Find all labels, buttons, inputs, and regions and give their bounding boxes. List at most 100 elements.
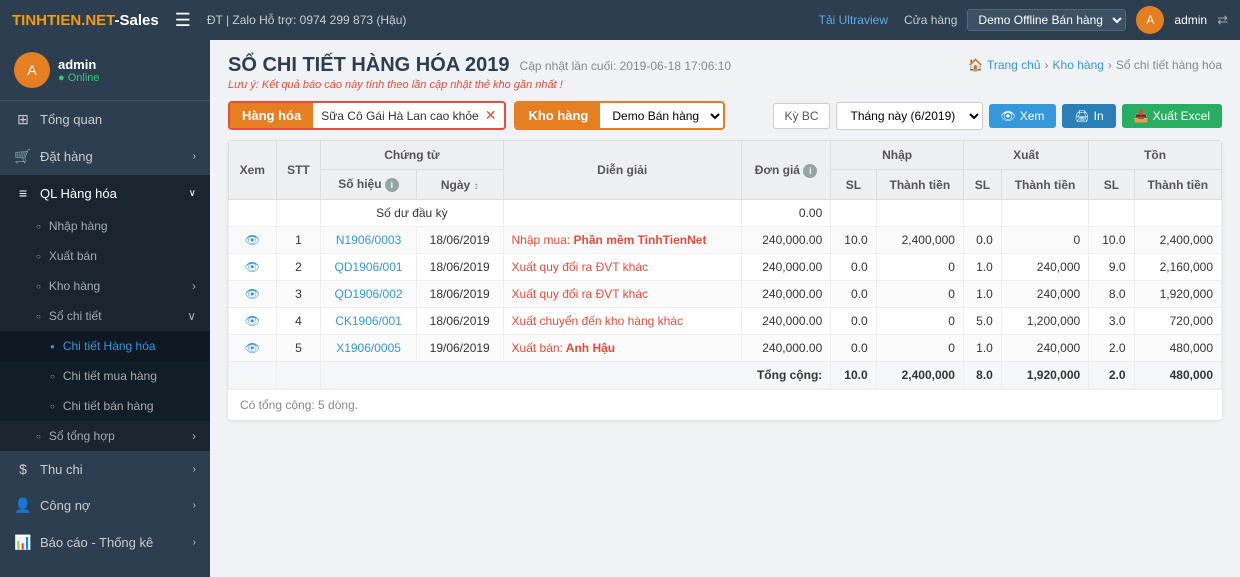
eye-icon[interactable]: 👁: [245, 260, 260, 274]
row-don-gia: 240,000.00: [741, 308, 830, 335]
row-so-hieu[interactable]: QD1906/001: [321, 254, 417, 281]
menu-icon[interactable]: ☰: [175, 10, 191, 31]
main-content: SỔ CHI TIẾT HÀNG HÓA 2019 Cập nhật lần c…: [210, 40, 1240, 577]
col-header-ton: Tồn: [1089, 141, 1222, 170]
col-header-chung-tu: Chứng từ: [321, 141, 503, 170]
store-select[interactable]: Demo Offline Bán hàng: [967, 9, 1126, 31]
row-ton-tt: 480,000: [1134, 335, 1221, 362]
sidebar-item-thu-chi[interactable]: $ Thu chi ›: [0, 451, 210, 487]
sidebar-item-tong-quan[interactable]: ⊞ Tổng quan: [0, 101, 210, 138]
sidebar-item-bao-cao[interactable]: 📊 Báo cáo - Thống kê ›: [0, 524, 210, 561]
row-nhap-sl: 0.0: [831, 281, 876, 308]
sidebar-label-chi-tiet-hang-hoa: Chi tiết Hàng hóa: [63, 339, 156, 353]
user-icon: 👤: [14, 497, 32, 514]
tong-nhap-tt: 2,400,000: [876, 362, 963, 389]
topbar: TINHTIEN.NET-Sales ☰ ĐT | Zalo Hỗ trợ: 0…: [0, 0, 1240, 40]
row-so-hieu[interactable]: X1906/0005: [321, 335, 417, 362]
table-row: 👁 3 QD1906/002 18/06/2019 Xuất quy đổi r…: [229, 281, 1222, 308]
breadcrumb-sep2: ›: [1108, 58, 1112, 72]
sort-icon[interactable]: ↕: [474, 181, 479, 192]
sidebar-item-chi-tiet-ban-hang[interactable]: ○ Chi tiết bán hàng: [0, 391, 210, 421]
sidebar-item-nhap-hang[interactable]: ○ Nhập hàng: [0, 211, 210, 241]
filter-tab-kho[interactable]: Kho hàng: [516, 103, 600, 128]
row-dien-giai: Xuất bán: Anh Hậu: [503, 335, 741, 362]
filter-tab-hanghoa[interactable]: Hàng hóa: [230, 103, 313, 128]
row-eye[interactable]: 👁: [229, 308, 277, 335]
dot-icon: ○: [50, 372, 55, 381]
row-eye[interactable]: 👁: [229, 335, 277, 362]
row-eye[interactable]: 👁: [229, 281, 277, 308]
eye-icon[interactable]: 👁: [245, 287, 260, 301]
col-header-dien-giai: Diễn giải: [503, 141, 741, 200]
row-ton-sl: 8.0: [1089, 281, 1134, 308]
filter-bar: Hàng hóa Sữa Cô Gái Hà Lan cao khỏe ✕ Kh…: [228, 101, 1222, 130]
chevron-down-icon: ∨: [187, 309, 196, 323]
period-select[interactable]: Tháng này (6/2019): [836, 102, 983, 130]
sidebar-item-so-chi-tiet[interactable]: ○ Sổ chi tiết ∨: [0, 301, 210, 331]
share-icon[interactable]: ⇄: [1217, 12, 1228, 28]
row-dien-giai: Xuất quy đổi ra ĐVT khác: [503, 254, 741, 281]
row-so-hieu[interactable]: QD1906/002: [321, 281, 417, 308]
table-footer: Có tổng cộng: 5 dòng.: [228, 389, 1222, 420]
col-header-so-hieu: Số hiệu i: [321, 170, 417, 200]
sidebar-item-dat-hang[interactable]: 🛒 Đặt hàng ›: [0, 138, 210, 175]
row-ton-tt: 1,920,000: [1134, 281, 1221, 308]
breadcrumb-link-home[interactable]: Trang chủ: [987, 58, 1041, 72]
row-xuat-sl: 5.0: [963, 308, 1001, 335]
sidebar-item-kho-hang[interactable]: ○ Kho hàng ›: [0, 271, 210, 301]
filter-hanghoa-group: Hàng hóa Sữa Cô Gái Hà Lan cao khỏe ✕: [228, 101, 506, 130]
topbar-right: Cửa hàng Demo Offline Bán hàng A admin ⇄: [904, 6, 1228, 34]
page-header: SỔ CHI TIẾT HÀNG HÓA 2019 Cập nhật lần c…: [228, 54, 1222, 91]
row-eye[interactable]: 👁: [229, 227, 277, 254]
row-ngay: 18/06/2019: [416, 227, 503, 254]
row-xuat-tt: 240,000: [1001, 281, 1088, 308]
row-ton-tt: 2,400,000: [1134, 227, 1221, 254]
sidebar-sub-ql: ○ Nhập hàng ○ Xuất bán ○ Kho hàng › ○ Sổ…: [0, 211, 210, 451]
table-header-row1: Xem STT Chứng từ Diễn giải Đơn giá i Nhậ…: [229, 141, 1222, 170]
eye-icon[interactable]: 👁: [245, 341, 260, 355]
col-header-stt: STT: [276, 141, 321, 200]
ultraview-link[interactable]: Tải Ultraview: [819, 13, 888, 27]
in-button[interactable]: 🖨 In: [1062, 104, 1115, 128]
sidebar-item-xuat-ban[interactable]: ○ Xuất bán: [0, 241, 210, 271]
chevron-right-icon: ›: [193, 151, 196, 162]
sidebar-item-cong-no[interactable]: 👤 Công nợ ›: [0, 487, 210, 524]
sidebar-label-bao-cao: Báo cáo - Thống kê: [40, 535, 153, 550]
row-eye[interactable]: 👁: [229, 254, 277, 281]
breadcrumb-current: Sổ chi tiết hàng hóa: [1116, 58, 1222, 72]
table-wrapper: Xem STT Chứng từ Diễn giải Đơn giá i Nhậ…: [228, 140, 1222, 420]
filter-kho-select[interactable]: Demo Bán hàng: [600, 104, 723, 128]
page-title: SỔ CHI TIẾT HÀNG HÓA 2019 Cập nhật lần c…: [228, 54, 731, 77]
eye-icon[interactable]: 👁: [245, 233, 260, 247]
kybc-button[interactable]: Kỳ BC: [773, 103, 829, 129]
don-gia-info-icon[interactable]: i: [803, 164, 817, 178]
row-don-gia: 240,000.00: [741, 335, 830, 362]
sidebar-label-chi-tiet-ban-hang: Chi tiết bán hàng: [63, 399, 154, 413]
sidebar-item-chi-tiet-hang-hoa[interactable]: ● Chi tiết Hàng hóa: [0, 331, 210, 361]
xem-button[interactable]: 👁 Xem: [989, 104, 1057, 128]
tong-ton-tt: 480,000: [1134, 362, 1221, 389]
breadcrumb: 🏠 Trang chủ › Kho hàng › Sổ chi tiết hàn…: [968, 58, 1222, 72]
grid-icon: ⊞: [14, 111, 32, 128]
so-hieu-info-icon[interactable]: i: [385, 178, 399, 192]
filter-hanghoa-text: Sữa Cô Gái Hà Lan cao khỏe: [321, 109, 478, 123]
filter-hanghoa-clear[interactable]: ✕: [485, 107, 497, 124]
filter-kho-group: Kho hàng Demo Bán hàng: [514, 101, 725, 130]
brand: TINHTIEN.NET-Sales: [12, 12, 159, 29]
sidebar-item-chi-tiet-mua-hang[interactable]: ○ Chi tiết mua hàng: [0, 361, 210, 391]
row-so-hieu[interactable]: N1906/0003: [321, 227, 417, 254]
contact-info: ĐT | Zalo Hỗ trợ: 0974 299 873 (Hậu): [207, 13, 803, 27]
chevron-right-icon: ›: [193, 500, 196, 511]
eye-icon[interactable]: 👁: [245, 314, 260, 328]
row-xuat-sl: 0.0: [963, 227, 1001, 254]
excel-button[interactable]: 📥 Xuất Excel: [1122, 104, 1222, 128]
sidebar-item-so-tong-hop[interactable]: ○ Sổ tổng hợp ›: [0, 421, 210, 451]
breadcrumb-link-kho[interactable]: Kho hàng: [1053, 58, 1104, 72]
main-inner: SỔ CHI TIẾT HÀNG HÓA 2019 Cập nhật lần c…: [210, 40, 1240, 434]
sidebar-item-ql-hang-hoa[interactable]: ≡ QL Hàng hóa ∨: [0, 175, 210, 211]
col-header-ton-sl: SL: [1089, 170, 1134, 200]
row-xuat-sl: 1.0: [963, 335, 1001, 362]
dot-icon: ○: [36, 282, 41, 291]
row-stt: 5: [276, 335, 321, 362]
row-so-hieu[interactable]: CK1906/001: [321, 308, 417, 335]
